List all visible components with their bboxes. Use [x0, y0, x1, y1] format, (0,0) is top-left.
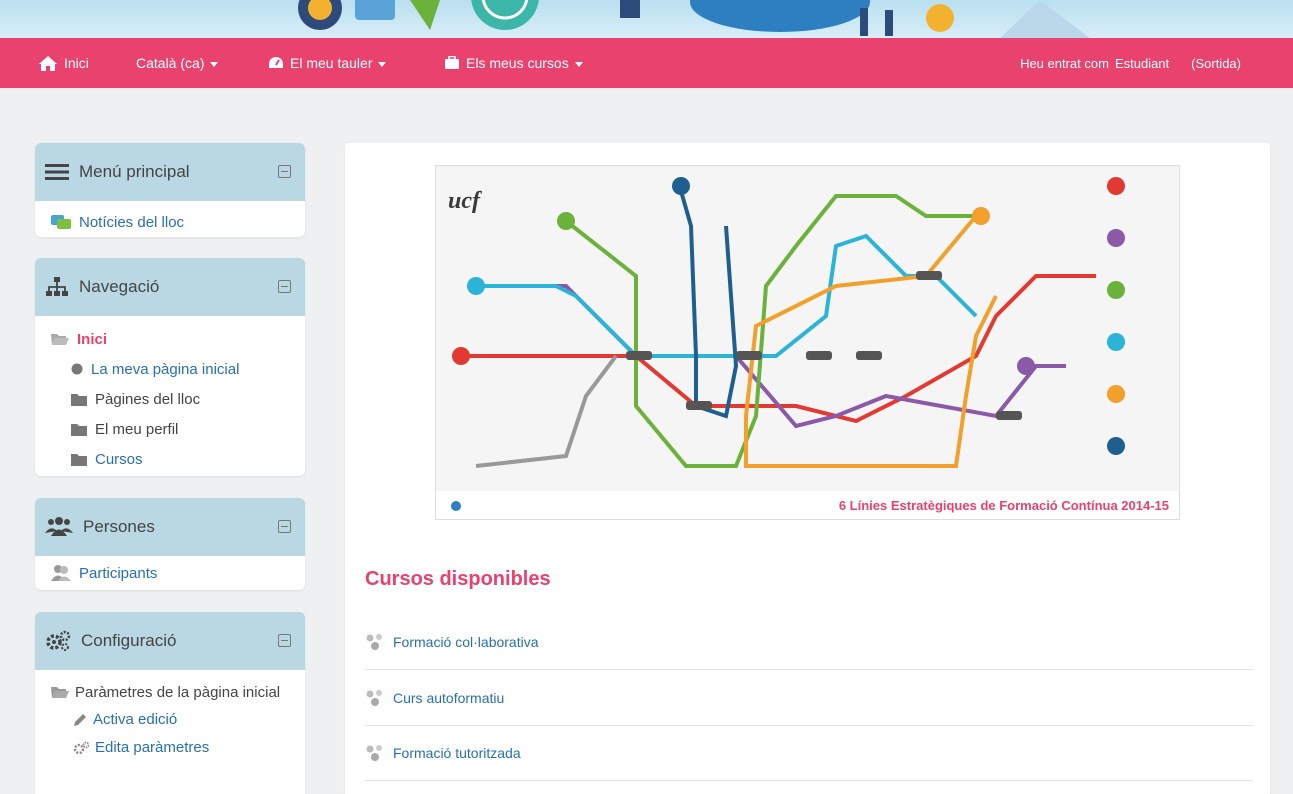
logo-text: ucf: [448, 188, 482, 214]
nav-courses-item[interactable]: Cursos: [51, 444, 293, 474]
my-courses-label: Els meus cursos: [466, 55, 569, 71]
user-info: Heu entrat com Estudiant (Sortida): [1020, 38, 1293, 88]
collapse-icon[interactable]: [278, 520, 291, 533]
block-title: Navegació: [79, 277, 160, 296]
nav-site-pages-item[interactable]: Pàgines del lloc: [51, 384, 293, 414]
block-title: Persones: [83, 517, 155, 536]
nav-my-home-item[interactable]: La meva pàgina inicial: [51, 354, 293, 384]
logout-link[interactable]: (Sortida): [1191, 56, 1241, 71]
chevron-down-icon: [210, 61, 219, 67]
course-link[interactable]: Curs autoformatiu: [393, 690, 504, 706]
participants-label: Participants: [79, 564, 158, 582]
participants-icon: [51, 564, 71, 582]
home-label: Inici: [64, 55, 89, 71]
language-label: Català (ca): [136, 55, 205, 71]
participants-link[interactable]: Participants: [51, 558, 293, 588]
language-menu[interactable]: Català (ca): [136, 55, 219, 71]
block-content: Notícies del lloc: [35, 201, 305, 237]
bullet-icon: [71, 363, 83, 375]
site-news-label: Notícies del lloc: [79, 213, 185, 231]
course-link[interactable]: Formació col·laborativa: [393, 634, 539, 650]
nav-home-label: Inici: [77, 330, 108, 348]
nav-item-label: El meu perfil: [95, 420, 179, 438]
dashboard-icon: [268, 56, 284, 70]
folder-icon: [71, 393, 87, 406]
turn-editing-on-link[interactable]: Activa edició: [51, 706, 293, 734]
site-news-link[interactable]: Notícies del lloc: [51, 207, 293, 237]
folder-open-icon: [51, 684, 69, 706]
forum-icon: [51, 214, 71, 231]
banner-illustration: [298, 0, 1090, 38]
block-header: Configuració: [35, 612, 305, 670]
block-header: Menú principal: [35, 143, 305, 201]
course-icon: [365, 744, 385, 762]
block-header: Navegació: [35, 258, 305, 316]
pencil-icon: [73, 713, 87, 727]
nav-home-item[interactable]: Inici: [51, 324, 293, 354]
navbar: Inici Català (ca) El meu tauler Els meus…: [0, 38, 1293, 88]
nav-item-label: Pàgines del lloc: [95, 390, 201, 408]
my-courses-menu[interactable]: Els meus cursos: [444, 55, 583, 71]
block-title: Menú principal: [79, 162, 190, 181]
folder-icon: [71, 423, 87, 436]
cogs-icon: [45, 630, 71, 652]
chevron-down-icon: [378, 61, 387, 67]
folder-open-icon: [51, 332, 69, 346]
turn-editing-on-label: Activa edició: [93, 711, 178, 728]
settings-block: Configuració Paràmetres de la pàgina ini…: [35, 612, 305, 794]
cog-icon: [73, 741, 89, 755]
collapse-icon[interactable]: [278, 280, 291, 293]
dashboard-label: El meu tauler: [290, 55, 373, 71]
block-title: Configuració: [81, 631, 177, 650]
front-page-settings-label: Paràmetres de la pàgina inicial: [75, 684, 281, 701]
available-courses-title: Cursos disponibles: [365, 568, 551, 590]
nav-my-profile-item[interactable]: El meu perfil: [51, 414, 293, 444]
people-block: Persones Participants: [35, 498, 305, 590]
course-item[interactable]: Formació col·laborativa: [365, 615, 1253, 670]
course-item[interactable]: Formació tutoritzada: [365, 726, 1253, 781]
chevron-down-icon: [574, 61, 583, 67]
user-profile-link[interactable]: Estudiant: [1115, 56, 1169, 71]
collapse-icon[interactable]: [278, 634, 291, 647]
metro-map: ucf 6 Línies Estratègiques de Formació C…: [436, 166, 1179, 519]
edit-settings-label: Edita paràmetres: [95, 739, 210, 756]
navigation-block: Navegació Inici La meva pàgina inicial P…: [35, 258, 305, 476]
course-icon: [365, 633, 385, 651]
course-link[interactable]: Formació tutoritzada: [393, 745, 521, 761]
dashboard-menu[interactable]: El meu tauler: [268, 55, 387, 71]
image-caption: 6 Línies Estratègiques de Formació Contí…: [839, 498, 1169, 513]
block-header: Persones: [35, 498, 305, 556]
front-page-settings-item[interactable]: Paràmetres de la pàgina inicial: [51, 682, 293, 706]
home-link[interactable]: Inici: [38, 55, 89, 72]
folder-icon: [71, 453, 87, 466]
course-item[interactable]: Curs autoformatiu: [365, 671, 1253, 726]
collapse-icon[interactable]: [278, 165, 291, 178]
block-content: Inici La meva pàgina inicial Pàgines del…: [35, 316, 305, 476]
main-content: ucf 6 Línies Estratègiques de Formació C…: [345, 143, 1270, 794]
block-content: Participants: [35, 556, 305, 590]
sitemap-icon: [45, 277, 69, 297]
menu-icon: [45, 163, 69, 181]
strategic-lines-image: ucf 6 Línies Estratègiques de Formació C…: [435, 165, 1180, 520]
logged-in-text: Heu entrat com: [1020, 55, 1109, 71]
course-icon: [365, 689, 385, 707]
edit-settings-link[interactable]: Edita paràmetres: [51, 734, 293, 762]
home-icon: [38, 55, 58, 72]
nav-item-label: Cursos: [95, 450, 143, 468]
block-content: Paràmetres de la pàgina inicial Activa e…: [35, 670, 305, 770]
users-icon: [45, 517, 73, 537]
nav-item-label: La meva pàgina inicial: [91, 360, 240, 378]
header-banner: [0, 0, 1293, 38]
main-menu-block: Menú principal Notícies del lloc: [35, 143, 305, 237]
briefcase-icon: [444, 56, 460, 70]
